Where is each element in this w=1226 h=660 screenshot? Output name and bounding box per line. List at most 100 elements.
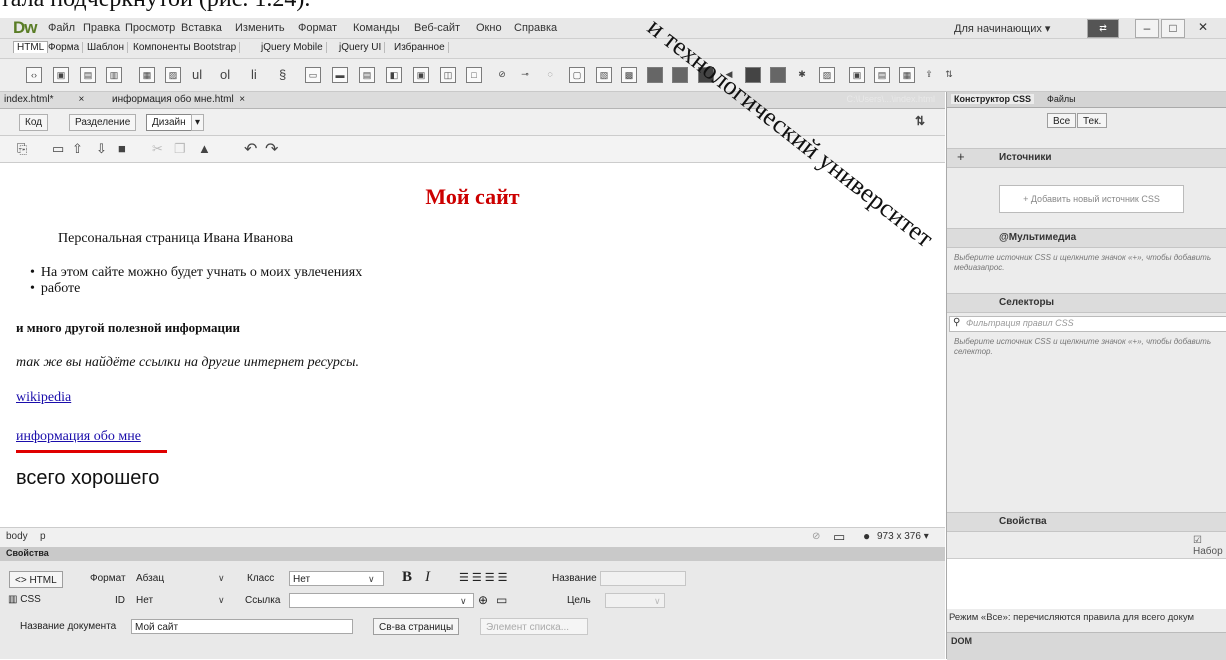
anchor-icon[interactable]: § <box>279 67 286 82</box>
menu-modify[interactable]: Изменить <box>235 22 285 34</box>
selectors-section-header[interactable]: Селекторы <box>947 293 1226 313</box>
menu-file[interactable]: Файл <box>48 22 75 34</box>
insert-tab-bootstrap[interactable]: Компоненты Bootstrap <box>130 42 241 53</box>
properties-section-header[interactable]: Свойства <box>947 512 1226 532</box>
insert-tab-favorites[interactable]: Избранное <box>391 42 449 53</box>
code-view-button[interactable]: Код <box>19 114 49 131</box>
view-dropdown[interactable]: ▾ <box>191 114 205 131</box>
ol-icon[interactable]: ol <box>220 67 230 82</box>
open-icon[interactable]: ▭ <box>52 141 64 157</box>
tag-p[interactable]: p <box>40 531 46 542</box>
table-icon[interactable]: ▦ <box>139 67 155 83</box>
point-to-file-icon[interactable]: ⊕ <box>478 593 488 607</box>
template-objects-icon[interactable]: ⇅ <box>942 67 956 81</box>
insert-tab-template[interactable]: Шаблон <box>84 42 129 53</box>
maximize-button[interactable]: □ <box>1161 19 1185 38</box>
image-icon[interactable]: ▣ <box>53 67 69 83</box>
list-buttons-icon[interactable]: ☰☰☰☰ <box>459 571 510 584</box>
menu-view[interactable]: Просмотр <box>125 22 175 34</box>
ul-icon[interactable]: ul <box>192 67 202 82</box>
swf-icon[interactable] <box>672 67 688 83</box>
script-icon[interactable]: ▢ <box>569 67 585 83</box>
server-include-icon[interactable]: ⇪ <box>922 67 936 81</box>
tab-files[interactable]: Файлы <box>1047 94 1076 104</box>
div-icon[interactable]: ‹› <box>26 67 42 83</box>
doc-title-field[interactable]: Мой сайт <box>131 619 353 634</box>
workspace-switcher[interactable]: Для начинающих ▾ <box>954 22 1050 35</box>
bold-button[interactable]: B <box>402 569 412 586</box>
menu-help[interactable]: Справка <box>514 22 557 34</box>
italic-button[interactable]: I <box>425 569 430 586</box>
hyperlink-icon[interactable]: ⊘ <box>495 67 509 81</box>
header-icon[interactable]: ▭ <box>305 67 321 83</box>
paragraph-icon[interactable]: ▤ <box>80 67 96 83</box>
globe-icon[interactable]: ● <box>863 529 870 543</box>
aside-icon[interactable]: ◧ <box>386 67 402 83</box>
css-mode-button[interactable]: ▥ CSS <box>8 594 41 605</box>
navigation-icon[interactable]: ▬ <box>332 67 348 83</box>
audio-icon[interactable]: ◀ <box>722 67 736 81</box>
article-icon[interactable]: ▣ <box>413 67 429 83</box>
copy-icon[interactable]: ❐ <box>174 141 186 157</box>
comment-icon[interactable]: ◌ <box>543 67 557 81</box>
list-item-button[interactable]: Элемент списка... <box>480 618 588 635</box>
close-button[interactable]: ✕ <box>1190 19 1216 36</box>
menu-commands[interactable]: Команды <box>353 22 400 34</box>
rollover-icon[interactable] <box>647 67 663 83</box>
save-icon[interactable]: ■ <box>118 141 126 156</box>
tab-about[interactable]: информация обо мне.html × <box>112 94 245 105</box>
canvas-icon[interactable]: ▩ <box>621 67 637 83</box>
about-me-link[interactable]: информация обо мне <box>16 429 141 445</box>
sort-icon[interactable]: ⇅ <box>915 114 925 128</box>
window-size[interactable]: 973 x 376 ▾ <box>877 531 929 542</box>
heading-icon[interactable]: ▥ <box>106 67 122 83</box>
figure-icon[interactable]: ▨ <box>165 67 181 83</box>
widget-icon[interactable]: ▧ <box>596 67 612 83</box>
sources-section-header[interactable]: + Источники <box>947 148 1226 168</box>
error-check-icon[interactable]: ⊘ <box>812 531 820 542</box>
tag-body[interactable]: body <box>6 531 28 542</box>
title-field[interactable] <box>600 571 686 586</box>
html5-video-icon[interactable] <box>770 67 786 83</box>
main-icon[interactable]: ▤ <box>359 67 375 83</box>
tab-index[interactable]: index.html* × <box>4 94 84 105</box>
new-doc-icon[interactable]: ⎘ <box>17 141 27 157</box>
page-properties-button[interactable]: Св-ва страницы <box>373 618 460 635</box>
menu-format[interactable]: Формат <box>298 22 337 34</box>
redo-icon[interactable]: ↷ <box>265 139 278 159</box>
id-select[interactable]: Нет ∨ <box>133 593 233 608</box>
add-source-button[interactable]: + Добавить новый источник CSS <box>999 185 1184 213</box>
animate-icon[interactable]: ✱ <box>795 67 809 81</box>
insert-tab-jquery-ui[interactable]: jQuery UI <box>336 42 386 53</box>
device-preview-icon[interactable]: ▭ <box>833 529 845 545</box>
video-icon[interactable] <box>698 67 714 83</box>
date-icon[interactable]: ▦ <box>899 67 915 83</box>
insert-tab-form[interactable]: Форма <box>45 42 84 53</box>
meta-icon[interactable]: ▣ <box>849 67 865 83</box>
sync-icon[interactable]: ⇄ <box>1087 19 1119 38</box>
cut-icon[interactable]: ✂ <box>152 141 163 157</box>
menu-edit[interactable]: Правка <box>83 22 120 34</box>
menu-insert[interactable]: Вставка <box>181 22 222 34</box>
media-icon[interactable] <box>745 67 761 83</box>
tab-dom[interactable]: DOM <box>951 636 972 646</box>
minimize-button[interactable]: – <box>1135 19 1159 38</box>
undo-icon[interactable]: ↶ <box>244 139 257 159</box>
insert-tab-jquery-mobile[interactable]: jQuery Mobile <box>258 42 327 53</box>
browse-folder-icon[interactable]: ▭ <box>496 593 507 607</box>
wikipedia-link[interactable]: wikipedia <box>16 390 71 406</box>
menu-site[interactable]: Веб-сайт <box>414 22 460 34</box>
section-icon[interactable]: ◫ <box>440 67 456 83</box>
email-link-icon[interactable]: ⊸ <box>518 67 532 81</box>
class-select[interactable]: Нет ∨ <box>289 571 384 586</box>
target-select[interactable]: ∨ <box>605 593 665 608</box>
paste-icon[interactable]: ▲ <box>198 141 211 156</box>
link-field[interactable]: ∨ <box>289 593 474 608</box>
add-icon[interactable]: + <box>957 149 965 164</box>
format-select[interactable]: Абзац ∨ <box>133 571 233 586</box>
iframe-icon[interactable]: ▨ <box>819 67 835 83</box>
show-set-checkbox[interactable]: ☑ Набор <box>1193 535 1226 557</box>
media-section-header[interactable]: @Мультимедиа <box>947 228 1226 248</box>
html-mode-button[interactable]: <> HTML <box>9 571 63 588</box>
all-mode-button[interactable]: Все <box>1047 113 1077 128</box>
